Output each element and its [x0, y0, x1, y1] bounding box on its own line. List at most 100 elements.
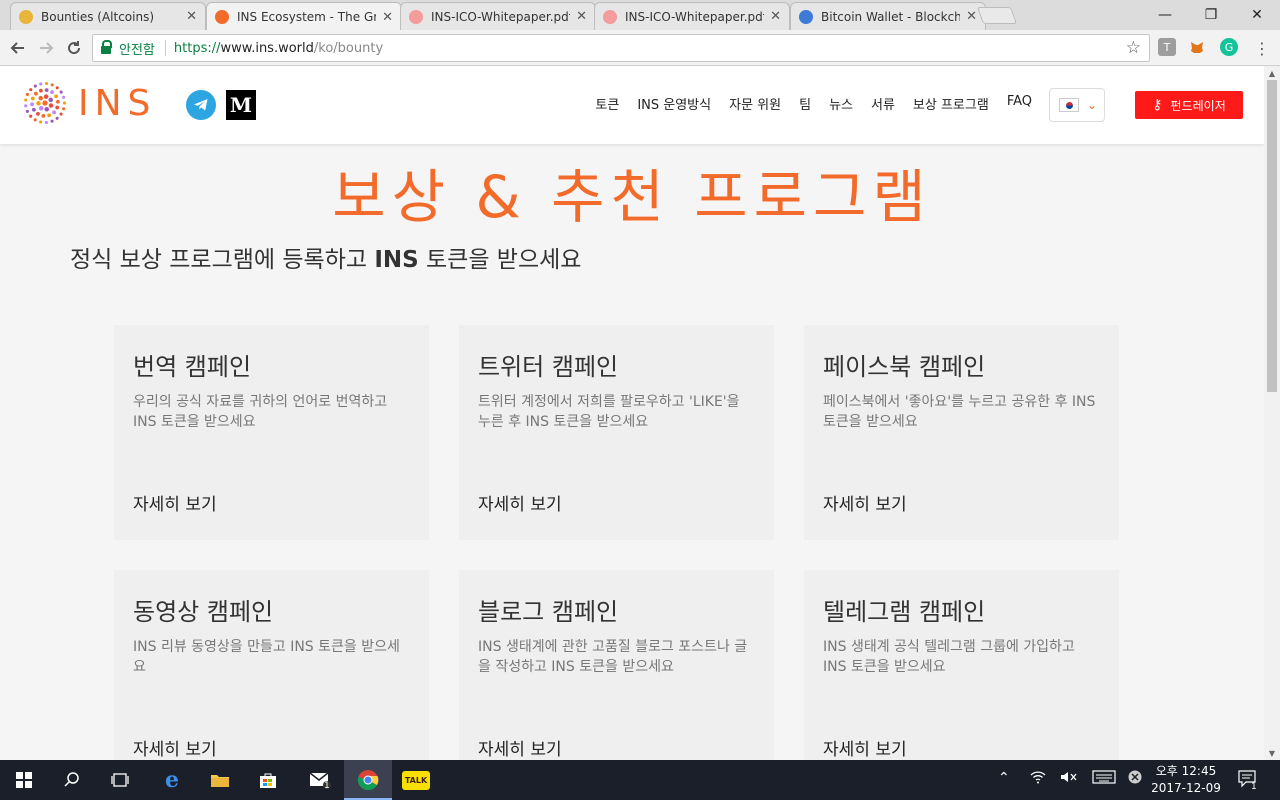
card-more-link[interactable]: 자세히 보기: [478, 735, 562, 760]
card-more-link[interactable]: 자세히 보기: [478, 490, 562, 515]
task-view-icon[interactable]: [96, 760, 144, 800]
tab-close-icon[interactable]: ✕: [966, 9, 977, 24]
minimize-button[interactable]: —: [1142, 0, 1188, 30]
nav-advisors[interactable]: 자문 위원: [729, 94, 781, 113]
tab-close-icon[interactable]: ✕: [382, 10, 393, 25]
fundraiser-button[interactable]: ⚷ 펀드레이저: [1135, 91, 1243, 119]
nav-documents[interactable]: 서류: [871, 94, 895, 113]
edge-browser-icon[interactable]: e: [148, 760, 196, 800]
nav-team[interactable]: 팀: [799, 94, 811, 113]
logo-dot: [54, 94, 59, 99]
chevron-down-icon: ⌄: [1087, 98, 1098, 112]
tab-close-icon[interactable]: ✕: [186, 9, 197, 24]
chrome-taskbar-icon[interactable]: [344, 760, 392, 800]
kakaotalk-icon[interactable]: TALK: [392, 760, 440, 800]
t-extension-icon[interactable]: T: [1158, 38, 1176, 56]
logo-dot: [47, 113, 52, 118]
page-title: 보상 & 추천 프로그램: [332, 163, 932, 231]
tab-close-icon[interactable]: ✕: [576, 9, 587, 24]
campaign-card-video[interactable]: 동영상 캠페인 INS 리뷰 동영상을 만들고 INS 토큰을 받으세요 자세히…: [114, 570, 429, 760]
nav-token[interactable]: 토큰: [595, 94, 619, 113]
campaign-card-telegram[interactable]: 텔레그램 캠페인 INS 생태계 공식 텔레그램 그룹에 가입하고 INS 토큰…: [804, 570, 1119, 760]
logo-dot: [44, 107, 50, 112]
windows-start-icon[interactable]: [0, 760, 48, 800]
volume-muted-icon[interactable]: [1060, 770, 1078, 788]
address-bar[interactable]: 안전함 https:// www.ins.world /ko/bounty ☆: [92, 34, 1150, 62]
tab-title: INS Ecosystem - The Gr: [237, 10, 377, 24]
browser-tab[interactable]: INS Ecosystem - The Gr ✕: [206, 2, 402, 31]
file-explorer-icon[interactable]: [196, 760, 244, 800]
forward-icon[interactable]: [34, 36, 58, 60]
web-page: INS M 토큰 INS 운영방식 자문 위원 팀 뉴스 서류 보상 프로그램 …: [0, 66, 1264, 760]
scroll-thumb[interactable]: [1267, 80, 1277, 392]
close-window-button[interactable]: ✕: [1234, 0, 1280, 30]
page-subtitle: 정식 보상 프로그램에 등록하고 INS 토큰을 받으세요: [70, 240, 581, 274]
card-title: 동영상 캠페인: [133, 598, 274, 626]
card-more-link[interactable]: 자세히 보기: [823, 735, 907, 760]
subtitle-ins: INS: [374, 247, 419, 273]
browser-tab[interactable]: INS-ICO-Whitepaper.pdf ✕: [594, 2, 790, 30]
campaign-card-facebook[interactable]: 페이스북 캠페인 페이스북에서 '좋아요'를 누르고 공유한 후 INS 토큰을…: [804, 325, 1119, 540]
search-icon[interactable]: [48, 760, 96, 800]
store-icon[interactable]: [244, 760, 292, 800]
logo-dot: [25, 92, 30, 97]
browser-tab[interactable]: Bounties (Altcoins) ✕: [10, 2, 206, 30]
url-scheme: https://: [173, 40, 221, 56]
page-scrollbar[interactable]: ▲ ▼: [1264, 66, 1280, 760]
nav-faq[interactable]: FAQ: [1007, 94, 1032, 113]
card-description: INS 리뷰 동영상을 만들고 INS 토큰을 받으세요: [133, 639, 400, 675]
system-clock[interactable]: 오후 12:45 2017-12-09: [1148, 763, 1224, 797]
language-selector[interactable]: ⌄: [1049, 88, 1105, 122]
mail-icon[interactable]: 1: [296, 760, 344, 800]
medium-icon[interactable]: M: [226, 90, 256, 120]
logo-dot: [33, 84, 37, 88]
browser-tab[interactable]: INS-ICO-Whitepaper.pdf ✕: [400, 2, 596, 30]
card-more-link[interactable]: 자세히 보기: [133, 490, 217, 515]
tab-title: Bounties (Altcoins): [41, 9, 155, 24]
bookmark-star-icon[interactable]: ☆: [1126, 38, 1141, 58]
campaign-card-translation[interactable]: 번역 캠페인 우리의 공식 자료를 귀하의 언어로 번역하고 INS 토큰을 받…: [114, 325, 429, 540]
restore-button[interactable]: ❐: [1188, 0, 1234, 30]
logo-dot: [29, 114, 33, 118]
new-tab-button[interactable]: [976, 7, 1018, 24]
ime-icon[interactable]: [1128, 770, 1142, 788]
keyboard-icon[interactable]: [1092, 770, 1116, 788]
scroll-down-arrow-icon[interactable]: ▼: [1264, 746, 1280, 760]
tray-expand-icon[interactable]: ⌃: [998, 770, 1010, 786]
scroll-up-arrow-icon[interactable]: ▲: [1264, 66, 1280, 80]
secure-label: 안전함: [119, 42, 155, 58]
grammarly-icon[interactable]: G: [1220, 38, 1238, 56]
card-more-link[interactable]: 자세히 보기: [133, 735, 217, 760]
nav-news[interactable]: 뉴스: [829, 94, 853, 113]
reload-icon[interactable]: [62, 36, 86, 60]
clock-date: 2017-12-09: [1151, 781, 1221, 795]
card-description: 우리의 공식 자료를 귀하의 언어로 번역하고 INS 토큰을 받으세요: [133, 394, 388, 430]
key-icon: ⚷: [1152, 97, 1163, 113]
campaign-card-blog[interactable]: 블로그 캠페인 INS 생태계에 관한 고품질 블로그 포스트나 글을 작성하고…: [459, 570, 774, 760]
logo-dot: [30, 102, 34, 107]
tab-favicon-icon: [215, 10, 229, 24]
nav-bounty[interactable]: 보상 프로그램: [913, 94, 989, 113]
telegram-icon[interactable]: [186, 90, 216, 120]
card-more-link[interactable]: 자세히 보기: [823, 490, 907, 515]
tab-title: INS-ICO-Whitepaper.pdf: [625, 9, 765, 24]
url-path: /ko/bounty: [313, 40, 384, 56]
logo-dot: [62, 95, 66, 99]
ins-logo[interactable]: INS: [20, 78, 156, 128]
mail-badge: 1: [324, 781, 330, 791]
nav-how-it-works[interactable]: INS 운영방식: [637, 94, 711, 113]
tab-close-icon[interactable]: ✕: [770, 9, 781, 24]
chrome-menu-icon[interactable]: ⋮: [1250, 36, 1274, 60]
back-icon[interactable]: [6, 36, 30, 60]
logo-dot: [38, 88, 43, 93]
metamask-icon[interactable]: [1188, 38, 1206, 56]
campaign-card-twitter[interactable]: 트위터 캠페인 트위터 계정에서 저희를 팔로우하고 'LIKE'을 누른 후 …: [459, 325, 774, 540]
logo-text: INS: [78, 82, 157, 124]
card-title: 텔레그램 캠페인: [823, 598, 986, 626]
card-title: 페이스북 캠페인: [823, 353, 986, 381]
logo-dot: [52, 110, 56, 115]
logo-dot: [41, 113, 46, 118]
browser-tab[interactable]: Bitcoin Wallet - Blockch ✕: [790, 2, 986, 30]
wifi-icon[interactable]: [1030, 770, 1046, 788]
card-description: INS 생태계 공식 텔레그램 그룹에 가입하고 INS 토큰을 받으세요: [823, 639, 1075, 675]
